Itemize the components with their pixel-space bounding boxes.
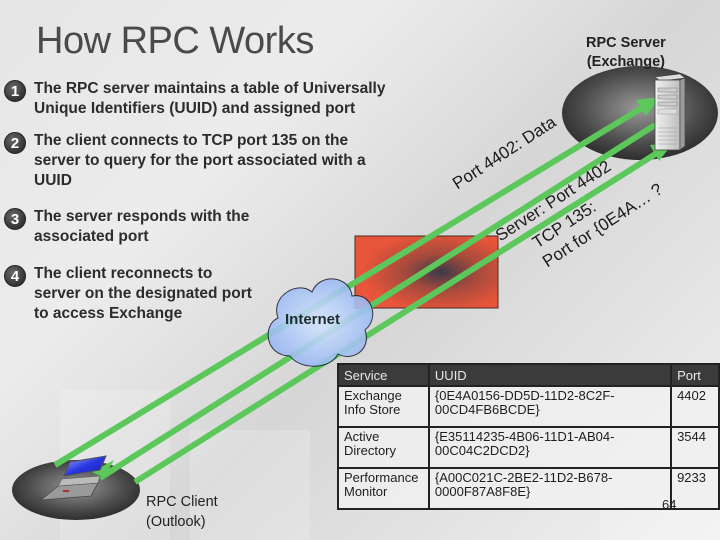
cell-uuid: {E35114235-4B06-11D1-AB04- 00C04C2DCD2} [427,426,673,469]
cell-uuid: {A00C021C-2BE2-11D2-B678- 0000F87A8F8E} [427,467,673,510]
server-platform [562,66,718,160]
cell-uuid: {0E4A0156-DD5D-11D2-8C2F- 00CD4FB6BCDE} [427,385,673,428]
table-header-row: Service UUID Port [337,363,720,387]
table-row: Exchange Info Store {0E4A0156-DD5D-11D2-… [337,385,720,428]
column-header-service: Service [337,363,430,387]
column-header-port: Port [670,363,720,387]
server-label: RPC Server (Exchange) [586,35,666,70]
column-header-uuid: UUID [427,363,673,387]
cell-port: 9233 [670,467,720,510]
table-row: Active Directory {E35114235-4B06-11D1-AB… [337,426,720,469]
page-number: 64 [662,497,677,512]
client-label: RPC Client (Outlook) [146,494,218,530]
cell-port: 3544 [670,426,720,469]
cell-service: Exchange Info Store [337,385,430,428]
internet-label: Internet [285,311,341,328]
cell-port: 4402 [670,385,720,428]
server-tower-icon [654,73,686,151]
cell-service: Performance Monitor [337,467,430,510]
cell-service: Active Directory [337,426,430,469]
uuid-port-table: Service UUID Port Exchange Info Store {0… [337,363,720,510]
